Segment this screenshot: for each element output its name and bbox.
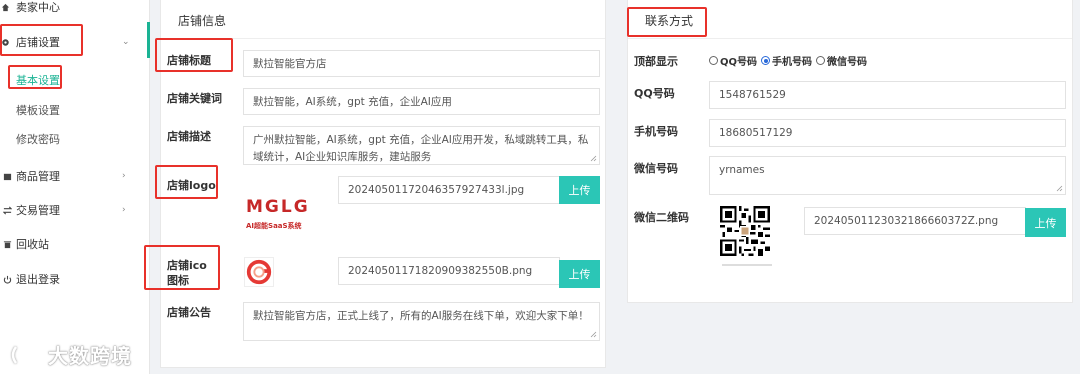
home-icon — [0, 1, 10, 13]
store-ico-image — [244, 257, 274, 287]
top-display-radio-group: QQ号码 手机号码 微信号码 — [709, 53, 871, 68]
qq-input[interactable]: 1548761529 — [709, 81, 1066, 109]
radio-circle[interactable] — [761, 56, 771, 65]
qr-file-input[interactable]: 20240501123032186660372Z.png — [804, 207, 1026, 235]
sidebar-item-goods[interactable]: 商品管理 › — [0, 164, 150, 188]
logout-icon — [2, 273, 12, 285]
chevron-right-icon: › — [122, 171, 126, 181]
resize-handle-icon[interactable] — [1056, 185, 1063, 192]
logo-upload-button[interactable]: 上传 — [559, 176, 600, 204]
watermark: 大数跨境 — [8, 340, 132, 369]
description-textarea[interactable]: 广州默拉智能，AI系统，gpt 充值，企业AI应用开发，私域跳转工具，私域统计，… — [243, 126, 600, 165]
chevron-right-icon: › — [122, 205, 126, 215]
sidebar-item-logout[interactable]: 退出登录 — [0, 267, 150, 291]
sidebar: 卖家中心 店铺设置 ⌄ 基本设置 模板设置 修改密码 商品管理 › 交易管理 ›… — [0, 0, 150, 374]
radio-phone[interactable]: 手机号码 — [761, 53, 812, 68]
wechat-qr-image — [720, 206, 772, 274]
sidebar-item-recycle[interactable]: 回收站 — [0, 232, 150, 256]
trash-icon — [2, 238, 12, 250]
description-label: 店铺描述 — [167, 130, 211, 143]
notice-label: 店铺公告 — [167, 306, 211, 319]
keywords-label: 店铺关键词 — [167, 92, 222, 105]
wechat-textarea[interactable]: yrnames — [709, 156, 1066, 195]
qq-label: QQ号码 — [634, 87, 675, 100]
trade-icon — [2, 204, 12, 216]
contact-panel — [627, 0, 1073, 303]
resize-handle-icon[interactable] — [590, 331, 597, 338]
notice-text: 默拉智能官方店，正式上线了，所有的AI服务在线下单，欢迎大家下单！ — [253, 310, 589, 322]
sidebar-subitem-template-settings[interactable]: 模板设置 — [16, 102, 60, 118]
ico-upload-button[interactable]: 上传 — [559, 260, 600, 288]
sidebar-subitem-change-password[interactable]: 修改密码 — [16, 131, 60, 147]
divider — [628, 38, 1072, 39]
sidebar-item-seller-center[interactable]: 卖家中心 — [0, 0, 150, 19]
logo-file-input[interactable]: 20240501172046357927433l.jpg — [338, 176, 560, 204]
radio-circle[interactable] — [816, 56, 826, 65]
store-info-title: 店铺信息 — [178, 14, 227, 28]
highlight-box — [8, 65, 62, 89]
store-logo-image: MGLG AI超能SaaS系统 — [244, 197, 322, 233]
logo-subtext: AI超能SaaS系统 — [246, 222, 302, 230]
qr-upload-button[interactable]: 上传 — [1025, 208, 1066, 237]
radio-wechat[interactable]: 微信号码 — [816, 53, 867, 68]
qr-label: 微信二维码 — [634, 211, 689, 224]
resize-handle-icon[interactable] — [590, 155, 597, 162]
sidebar-item-trade[interactable]: 交易管理 › — [0, 198, 150, 222]
phone-input[interactable]: 18680517129 — [709, 119, 1066, 147]
radio-circle[interactable] — [709, 56, 718, 65]
wechat-text: yrnames — [719, 164, 765, 176]
highlight-box — [144, 245, 220, 290]
keywords-input[interactable]: 默拉智能，AI系统，gpt 充值，企业AI应用 — [243, 88, 600, 115]
notice-textarea[interactable]: 默拉智能官方店，正式上线了，所有的AI服务在线下单，欢迎大家下单！ — [243, 302, 600, 341]
wechat-label: 微信号码 — [634, 162, 678, 175]
watermark-logo-icon — [11, 345, 42, 364]
active-menu-indicator — [147, 22, 150, 58]
radio-qq[interactable]: QQ号码 — [709, 53, 757, 68]
highlight-box — [155, 165, 218, 199]
logo-text: MGLG — [246, 197, 310, 217]
top-display-label: 顶部显示 — [634, 55, 678, 68]
highlight-box — [155, 38, 233, 72]
highlight-box — [627, 7, 707, 37]
highlight-box — [0, 24, 83, 56]
phone-label: 手机号码 — [634, 125, 678, 138]
ico-file-input[interactable]: 20240501171820909382550B.png — [338, 257, 560, 285]
qr-caption-line — [722, 264, 772, 266]
store-title-input[interactable]: 默拉智能官方店 — [243, 50, 600, 77]
goods-icon — [2, 170, 12, 182]
description-text: 广州默拉智能，AI系统，gpt 充值，企业AI应用开发，私域跳转工具，私域统计，… — [253, 134, 589, 163]
chevron-down-icon: ⌄ — [122, 37, 130, 47]
